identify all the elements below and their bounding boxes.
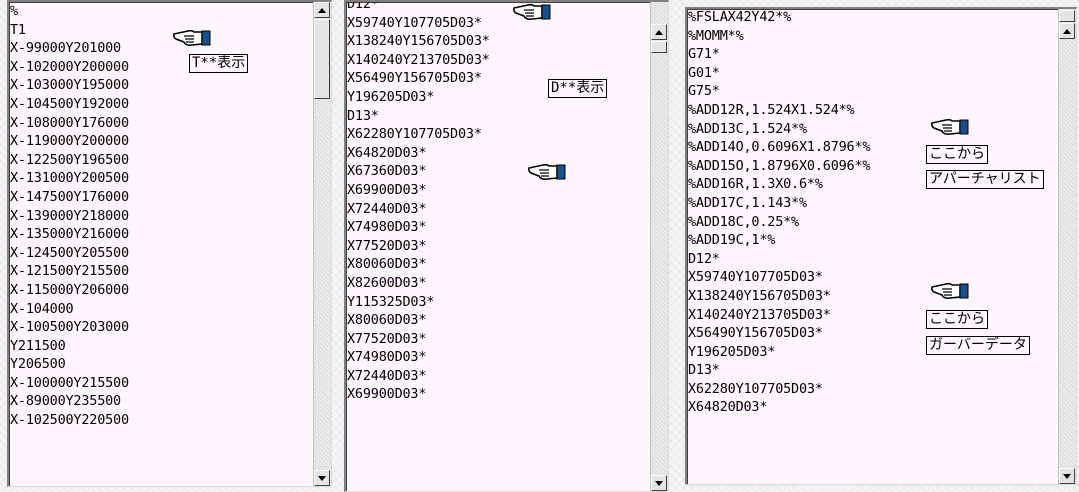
code-line: G75* — [688, 83, 720, 100]
code-line: X56490Y156705D03* — [688, 325, 823, 342]
text-panel-drill[interactable]: % T1 X-99000Y201000 X-102000Y200000 X-103000… — [7, 0, 332, 487]
scroll-up-button[interactable] — [314, 2, 330, 18]
text-panel-gerber[interactable]: %FSLAX42Y42*% %MOMM*% G71* G01* G75* %ADD12R,… — [685, 7, 1077, 485]
code-line: X-104000 — [10, 300, 74, 317]
code-line: X-104500Y192000 — [10, 95, 129, 112]
code-line: X-135000Y216000 — [10, 226, 129, 243]
code-line: %ADD18C,0.25*% — [688, 213, 799, 230]
text-panel-pads[interactable]: D12* X59740Y107705D03* X138240Y156705D03* X… — [344, 0, 669, 492]
pointing-hand-icon — [930, 282, 969, 299]
callout-aperture-list: アパーチャリスト — [926, 170, 1044, 189]
code-line: X72440D03* — [347, 200, 427, 217]
callout-t-display: T**表示 — [189, 54, 249, 73]
code-line: X74980D03* — [347, 219, 427, 236]
code-line: Y115325D03* — [347, 293, 435, 310]
code-line: X77520D03* — [347, 330, 427, 347]
pad-data-lines: D12* X59740Y107705D03* X138240Y156705D03* X… — [346, 0, 490, 404]
code-line: %ADD15O,1.8796X0.6096*% — [688, 157, 871, 174]
code-line: D13* — [347, 107, 379, 124]
code-line: D12* — [688, 250, 720, 267]
code-line: %ADD14O,0.6096X1.8796*% — [688, 139, 871, 156]
scroll-thumb[interactable] — [1059, 10, 1075, 22]
code-line: X56490Y156705D03* — [347, 70, 482, 87]
code-line: X80060D03* — [347, 256, 427, 273]
code-line: %ADD16R,1.3X0.6*% — [688, 176, 823, 193]
code-line: X64820D03* — [688, 399, 768, 416]
callout-from-here-1: ここから — [926, 145, 988, 164]
code-line: X69900D03* — [347, 386, 427, 403]
code-line: X-139000Y218000 — [10, 207, 129, 224]
code-line: X80060D03* — [347, 312, 427, 329]
pointing-hand-icon — [172, 29, 211, 46]
code-line: T1 — [10, 21, 26, 38]
code-line: % — [10, 3, 18, 19]
code-line: X62280Y107705D03* — [347, 126, 482, 143]
code-line: X140240Y213705D03* — [347, 51, 490, 68]
code-line: Y196205D03* — [688, 343, 776, 360]
code-line: X-124500Y205500 — [10, 244, 129, 261]
callout-d-display: D**表示 — [548, 79, 608, 98]
code-line: X138240Y156705D03* — [347, 33, 490, 50]
code-line: X-108000Y176000 — [10, 114, 129, 131]
code-line: Y206500 — [10, 356, 66, 373]
vertical-scrollbar[interactable] — [650, 2, 668, 491]
pointing-hand-icon — [930, 118, 969, 135]
code-line: X-103000Y195000 — [10, 77, 129, 94]
scroll-thumb[interactable] — [314, 19, 330, 99]
callout-gerber-data: ガーバーデータ — [926, 336, 1030, 355]
code-line: X72440D03* — [347, 367, 427, 384]
pointing-hand-icon — [527, 163, 566, 180]
code-line: X-121500Y215500 — [10, 263, 129, 280]
code-line: X-99000Y201000 — [10, 40, 121, 57]
code-line: Y196205D03* — [347, 88, 435, 105]
code-line: %ADD13C,1.524*% — [688, 120, 807, 137]
code-line: X-100500Y203000 — [10, 319, 129, 336]
pointing-hand-icon — [512, 3, 551, 20]
code-line: X-119000Y200000 — [10, 133, 129, 150]
code-line: X-102500Y220500 — [10, 412, 129, 429]
code-line: Y211500 — [10, 337, 66, 354]
scroll-down-button[interactable] — [1059, 468, 1075, 484]
gerber-data-lines: %FSLAX42Y42*% %MOMM*% G71* G01* G75* %ADD12R,… — [687, 9, 871, 417]
code-line: D12* — [347, 0, 379, 12]
code-line: X-131000Y200500 — [10, 170, 129, 187]
code-line: X59740Y107705D03* — [347, 14, 482, 31]
code-line: X67360D03* — [347, 163, 427, 180]
code-line: X-122500Y196500 — [10, 151, 129, 168]
scroll-down-button[interactable] — [651, 475, 667, 491]
code-line: X-102000Y200000 — [10, 58, 129, 75]
vertical-scrollbar[interactable] — [1058, 9, 1076, 484]
code-line: D13* — [688, 362, 720, 379]
code-line: %ADD17C,1.143*% — [688, 194, 807, 211]
code-line: X140240Y213705D03* — [688, 306, 831, 323]
code-line: %ADD19C,1*% — [688, 232, 776, 249]
code-line: X77520D03* — [347, 237, 427, 254]
code-line: %FSLAX42Y42*% — [688, 9, 792, 25]
scroll-up-button[interactable] — [1059, 23, 1075, 39]
code-line: X-147500Y176000 — [10, 188, 129, 205]
callout-from-here-2: ここから — [926, 310, 988, 329]
scroll-thumb[interactable] — [651, 41, 667, 53]
code-line: X-115000Y206000 — [10, 281, 129, 298]
code-line: X69900D03* — [347, 181, 427, 198]
code-line: X59740Y107705D03* — [688, 269, 823, 286]
code-line: X138240Y156705D03* — [688, 287, 831, 304]
code-line: %MOMM*% — [688, 27, 744, 44]
vertical-scrollbar[interactable] — [313, 2, 331, 486]
code-line: %ADD12R,1.524X1.524*% — [688, 101, 855, 118]
code-line: X-89000Y235500 — [10, 393, 121, 410]
code-line: X82600D03* — [347, 274, 427, 291]
scroll-up-button[interactable] — [651, 24, 667, 40]
code-line: X-100000Y215500 — [10, 374, 129, 391]
code-line: X74980D03* — [347, 349, 427, 366]
drill-data-lines: % T1 X-99000Y201000 X-102000Y200000 X-103000… — [9, 2, 129, 430]
code-line: X64820D03* — [347, 144, 427, 161]
code-line: G71* — [688, 46, 720, 63]
scroll-down-button[interactable] — [314, 470, 330, 486]
code-line: G01* — [688, 64, 720, 81]
code-line: X62280Y107705D03* — [688, 380, 823, 397]
